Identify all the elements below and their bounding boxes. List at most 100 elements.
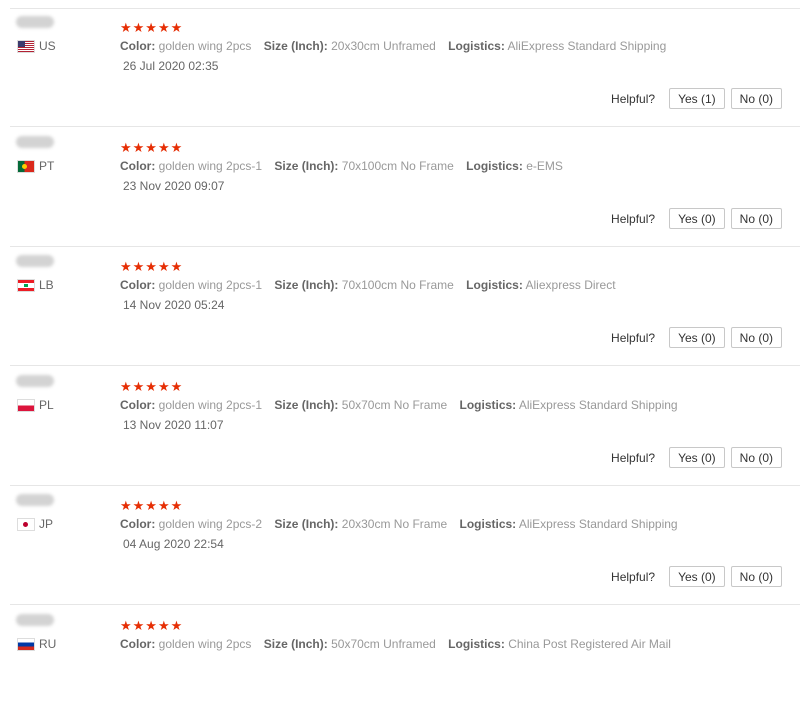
reviewer-name-blurred <box>16 375 54 387</box>
review-item: US ★★★★★ Color: golden wing 2pcs Size (I… <box>0 8 800 127</box>
yes-button[interactable]: Yes (0) <box>669 566 725 587</box>
color-value: golden wing 2pcs-1 <box>158 278 263 292</box>
helpful-label: Helpful? <box>611 569 656 584</box>
reviewer-country: LB <box>18 278 54 292</box>
helpful-vote: Helpful? Yes (0) No (0) <box>611 566 782 587</box>
logistics-value: e-EMS <box>526 159 563 173</box>
color-value: golden wing 2pcs <box>158 637 252 651</box>
logistics-label: Logistics: <box>459 517 517 531</box>
reviewer-info: US <box>16 16 86 56</box>
review-attributes: Color: golden wing 2pcs-1 Size (Inch): 7… <box>120 278 625 292</box>
reviewer-name-blurred <box>16 255 54 267</box>
logistics-value: Aliexpress Direct <box>525 278 616 292</box>
country-code: PL <box>39 398 54 412</box>
size-label: Size (Inch): <box>274 398 339 412</box>
yes-button[interactable]: Yes (1) <box>669 88 725 109</box>
size-value: 70x100cm No Frame <box>341 159 454 173</box>
logistics-label: Logistics: <box>448 39 505 53</box>
reviewer-country: RU <box>18 637 56 651</box>
helpful-vote: Helpful? Yes (0) No (0) <box>611 327 782 348</box>
divider <box>10 604 800 605</box>
review-attributes: Color: golden wing 2pcs Size (Inch): 20x… <box>120 39 675 53</box>
logistics-label: Logistics: <box>466 278 523 292</box>
size-label: Size (Inch): <box>274 159 339 173</box>
reviewer-info: RU <box>16 614 86 654</box>
review-item: RU ★★★★★ Color: golden wing 2pcs Size (I… <box>0 606 800 725</box>
no-button[interactable]: No (0) <box>730 88 782 109</box>
color-label: Color: <box>120 398 156 412</box>
review-item: PL ★★★★★ Color: golden wing 2pcs-1 Size … <box>0 367 800 486</box>
size-value: 20x30cm No Frame <box>341 517 448 531</box>
ru-flag-icon <box>18 638 34 650</box>
reviewer-name-blurred <box>16 136 54 148</box>
logistics-label: Logistics: <box>466 159 523 173</box>
star-rating: ★★★★★ <box>120 259 184 274</box>
color-label: Color: <box>120 159 156 173</box>
color-label: Color: <box>120 637 156 651</box>
reviewer-country: US <box>18 39 56 53</box>
country-code: JP <box>39 517 54 531</box>
yes-button[interactable]: Yes (0) <box>669 447 725 468</box>
reviewer-info: PT <box>16 136 86 176</box>
pl-flag-icon <box>18 399 34 411</box>
size-label: Size (Inch): <box>274 517 339 531</box>
size-value: 20x30cm Unframed <box>331 39 436 53</box>
reviewer-name-blurred <box>16 614 54 626</box>
size-label: Size (Inch): <box>274 278 339 292</box>
logistics-value: AliExpress Standard Shipping <box>507 39 667 53</box>
helpful-label: Helpful? <box>611 211 656 226</box>
no-button[interactable]: No (0) <box>730 447 782 468</box>
size-value: 70x100cm No Frame <box>341 278 454 292</box>
no-button[interactable]: No (0) <box>730 327 782 348</box>
star-rating: ★★★★★ <box>120 618 184 633</box>
size-value: 50x70cm No Frame <box>341 398 448 412</box>
review-item: JP ★★★★★ Color: golden wing 2pcs-2 Size … <box>0 486 800 605</box>
no-button[interactable]: No (0) <box>730 566 782 587</box>
review-attributes: Color: golden wing 2pcs-1 Size (Inch): 7… <box>120 159 572 173</box>
country-code: PT <box>39 159 55 173</box>
review-date: 04 Aug 2020 22:54 <box>123 537 224 551</box>
helpful-label: Helpful? <box>611 330 656 345</box>
color-value: golden wing 2pcs-1 <box>158 159 263 173</box>
color-label: Color: <box>120 517 156 531</box>
logistics-label: Logistics: <box>459 398 517 412</box>
review-attributes: Color: golden wing 2pcs Size (Inch): 50x… <box>120 637 680 651</box>
color-label: Color: <box>120 278 156 292</box>
reviewer-name-blurred <box>16 494 54 506</box>
country-code: US <box>39 39 56 53</box>
review-item: LB ★★★★★ Color: golden wing 2pcs-1 Size … <box>0 247 800 366</box>
star-rating: ★★★★★ <box>120 379 184 394</box>
country-code: RU <box>39 637 57 651</box>
reviewer-country: JP <box>18 517 53 531</box>
reviewer-name-blurred <box>16 16 54 28</box>
logistics-label: Logistics: <box>448 637 505 651</box>
size-label: Size (Inch): <box>263 39 328 53</box>
lb-flag-icon <box>18 279 34 291</box>
review-date: 14 Nov 2020 05:24 <box>123 298 225 312</box>
helpful-vote: Helpful? Yes (1) No (0) <box>611 88 782 109</box>
reviewer-country: PL <box>18 398 54 412</box>
review-date: 26 Jul 2020 02:35 <box>123 59 219 73</box>
reviewer-country: PT <box>18 159 54 173</box>
logistics-value: AliExpress Standard Shipping <box>518 398 678 412</box>
yes-button[interactable]: Yes (0) <box>669 327 725 348</box>
color-value: golden wing 2pcs <box>158 39 252 53</box>
color-value: golden wing 2pcs-1 <box>158 398 263 412</box>
helpful-label: Helpful? <box>611 91 656 106</box>
divider <box>10 126 800 127</box>
size-value: 50x70cm Unframed <box>331 637 436 651</box>
color-label: Color: <box>120 39 156 53</box>
star-rating: ★★★★★ <box>120 140 184 155</box>
review-date: 23 Nov 2020 09:07 <box>123 179 225 193</box>
helpful-vote: Helpful? Yes (0) No (0) <box>611 208 782 229</box>
yes-button[interactable]: Yes (0) <box>669 208 725 229</box>
review-date: 13 Nov 2020 11:07 <box>123 418 224 432</box>
reviewer-info: LB <box>16 255 86 295</box>
logistics-value: China Post Registered Air Mail <box>508 637 671 651</box>
divider <box>10 365 800 366</box>
helpful-vote: Helpful? Yes (0) No (0) <box>611 447 782 468</box>
star-rating: ★★★★★ <box>120 20 184 35</box>
us-flag-icon <box>18 40 34 52</box>
size-label: Size (Inch): <box>263 637 328 651</box>
no-button[interactable]: No (0) <box>730 208 782 229</box>
